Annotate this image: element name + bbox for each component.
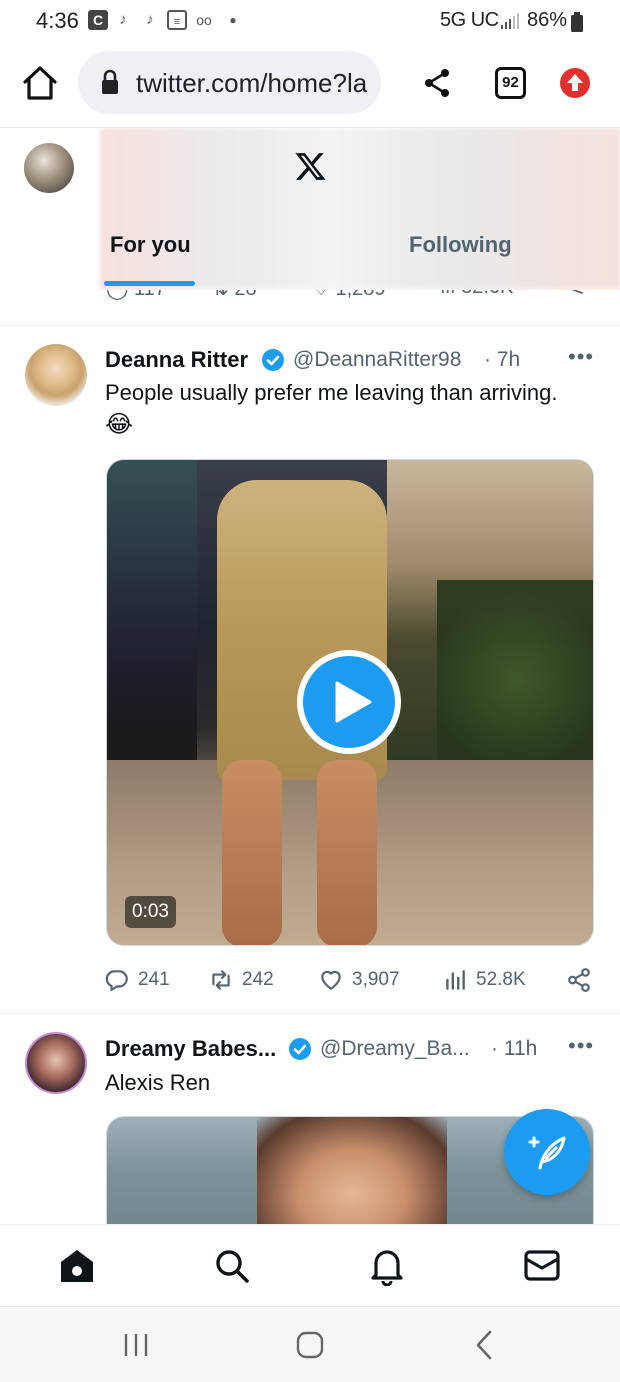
messages-mail-icon[interactable] — [523, 1248, 561, 1284]
reply-button[interactable]: 241 — [104, 964, 170, 996]
more-options-icon[interactable]: ••• — [568, 1033, 594, 1059]
back-icon[interactable] — [472, 1329, 496, 1361]
share-icon[interactable]: ⋖ — [568, 290, 585, 301]
like-button[interactable]: 3,907 — [318, 964, 400, 996]
retweet-count: 242 — [242, 969, 274, 990]
tweet-author-avatar[interactable] — [25, 344, 87, 406]
search-icon[interactable] — [213, 1247, 251, 1285]
tweet-text: Alexis Ren — [105, 1070, 211, 1095]
url-text: twitter.com/home?la — [136, 68, 368, 98]
tweet-author-avatar[interactable] — [25, 1032, 87, 1094]
reply-count[interactable]: ◯ 117 — [106, 290, 166, 301]
tweet-author-name[interactable]: Dreamy Babes... — [105, 1036, 276, 1062]
video-duration: 0:03 — [125, 896, 176, 928]
views-button[interactable]: 52.8K — [442, 964, 526, 996]
dot-icon: ● — [229, 13, 237, 27]
tweet[interactable]: Deanna Ritter @DeannaRitter98 · 7h ••• P… — [0, 326, 620, 1014]
home-icon[interactable] — [20, 64, 60, 102]
signal-icon — [501, 13, 519, 29]
news-icon: ≡ — [167, 10, 187, 30]
view-count: 52.8K — [476, 969, 526, 990]
heart-icon — [321, 970, 341, 990]
notifications-bell-icon[interactable] — [368, 1246, 406, 1286]
tweet-author-handle[interactable]: @Dreamy_Ba... — [320, 1037, 470, 1061]
tweet-author-handle[interactable]: @DeannaRitter98 — [293, 348, 461, 372]
retweet-icon — [212, 970, 230, 990]
status-bar: 4:36 C ♪ ♪ ≡ oo ● 5G UC 86% — [0, 0, 620, 42]
address-bar[interactable]: twitter.com/home?la — [78, 51, 381, 114]
battery-icon — [571, 12, 583, 32]
play-icon — [335, 681, 372, 723]
voicemail-icon: oo — [196, 12, 212, 28]
battery-percent: 86% — [527, 9, 568, 31]
like-count[interactable]: ♡ 1,289 — [312, 290, 386, 301]
retweet-count[interactable]: ⇅ 28 — [212, 290, 257, 301]
share-icon[interactable] — [423, 68, 451, 98]
tweet-timestamp[interactable]: · 11h — [491, 1037, 537, 1061]
previous-tweet-actions: ◯ 117 ⇅ 28 ♡ 1,289 ılı 32.6K ⋖ — [0, 290, 620, 326]
verified-badge-icon — [262, 349, 284, 371]
tiktok-icon: ♪ — [146, 11, 154, 28]
lock-icon — [102, 69, 118, 94]
like-count: 3,907 — [352, 969, 400, 990]
header-blur-background — [100, 128, 620, 290]
retweet-button[interactable]: 242 — [208, 964, 274, 996]
tab-count-button[interactable]: 92 — [495, 67, 526, 99]
home-icon[interactable] — [58, 1247, 96, 1285]
play-button[interactable] — [297, 650, 401, 754]
android-navigation-bar — [0, 1306, 620, 1382]
c-app-icon: C — [88, 10, 108, 30]
browser-toolbar: twitter.com/home?la 92 — [0, 42, 620, 128]
more-options-icon[interactable]: ••• — [568, 344, 594, 370]
view-count[interactable]: ılı 32.6K — [440, 290, 513, 299]
timeline-header: For you Following — [0, 128, 620, 290]
tweet-emoji: 😂 — [105, 411, 134, 438]
network-type: 5G UC — [440, 9, 499, 31]
tweet-timestamp[interactable]: · 7h — [484, 348, 520, 372]
status-time: 4:36 — [36, 8, 79, 33]
upload-arrow-icon[interactable] — [559, 67, 591, 99]
tab-for-you[interactable]: For you — [110, 232, 191, 258]
bottom-navigation — [0, 1224, 620, 1306]
recent-apps-icon[interactable] — [122, 1331, 150, 1359]
active-tab-indicator — [104, 281, 195, 286]
compose-feather-icon — [528, 1136, 566, 1170]
share-icon — [568, 968, 590, 992]
reply-icon — [105, 970, 128, 992]
views-icon — [446, 970, 465, 990]
reply-count: 241 — [138, 969, 170, 990]
profile-avatar[interactable] — [24, 143, 74, 193]
home-circle-icon[interactable] — [295, 1330, 325, 1360]
tweet-actions: 241 242 3,907 52.8K — [104, 964, 594, 996]
tweet-text: People usually prefer me leaving than ar… — [105, 380, 558, 405]
tab-following[interactable]: Following — [409, 232, 512, 258]
compose-tweet-button[interactable] — [504, 1109, 590, 1195]
tweet-video[interactable]: 0:03 — [106, 459, 594, 946]
tiktok-icon: ♪ — [119, 11, 127, 28]
share-button[interactable] — [566, 964, 592, 996]
tweet-author-name[interactable]: Deanna Ritter — [105, 347, 248, 373]
x-logo-icon[interactable] — [294, 150, 327, 183]
verified-badge-icon — [289, 1038, 311, 1060]
